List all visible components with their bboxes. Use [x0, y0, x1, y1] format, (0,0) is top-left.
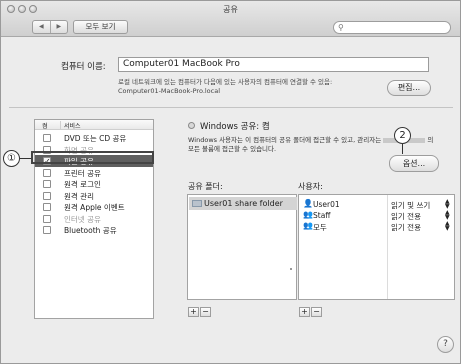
user-name: 모두	[313, 223, 327, 232]
add-user-button[interactable]: +	[299, 307, 310, 317]
file-sharing-highlight	[31, 151, 154, 164]
callout-2-line	[402, 144, 403, 154]
sharing-status-description: Windows 사용자는 이 컴퓨터의 공유 폴더에 접근할 수 있고, 관리자…	[188, 136, 450, 154]
sharing-preferences-window: 공유 ◀ ▶ 모두 보기 ⚲ 컴퓨터 이름: Computer01 MacBoo…	[0, 0, 461, 364]
computer-name-field[interactable]: Computer01 MacBook Pro	[118, 57, 429, 72]
stepper-arrows-icon[interactable]: ▲ ▼	[445, 210, 450, 221]
callout-1: ①	[3, 150, 20, 167]
service-row-dvd-cd-sharing[interactable]: DVD 또는 CD 공유	[35, 132, 153, 144]
service-row-remote-apple-events[interactable]: 원격 Apple 이벤트	[35, 201, 153, 213]
users-list: 👤 User01 읽기 및 쓰기 ▲ ▼ 👥 Staff 읽기 전용 ▲ ▼ 👥 모…	[298, 194, 455, 300]
shared-folder-item[interactable]: User01 share folder	[189, 197, 297, 210]
back-button[interactable]: ◀	[33, 21, 50, 33]
callout-2: 2	[394, 127, 411, 144]
users-label: 사용자:	[298, 182, 323, 191]
computer-name-description-line1: 로컬 네트워크에 있는 컴퓨터가 다음에 있는 사용자의 컴퓨터에 연결할 수 …	[118, 78, 333, 86]
forward-button[interactable]: ▶	[49, 21, 68, 33]
edit-button[interactable]: 편집...	[387, 80, 431, 96]
on-column-header[interactable]: 켬	[42, 121, 48, 130]
service-row-internet-sharing[interactable]: 인터넷 공유	[35, 213, 153, 225]
service-row-remote-login[interactable]: 원격 로그인	[35, 178, 153, 190]
shared-folder-name: User01 share folder	[204, 199, 283, 208]
computer-name-description: 로컬 네트워크에 있는 컴퓨터가 다음에 있는 사용자의 컴퓨터에 연결할 수 …	[118, 78, 378, 96]
user-row[interactable]: 👥 Staff 읽기 전용 ▲ ▼	[299, 210, 454, 222]
section-divider	[9, 107, 453, 108]
user-row[interactable]: 👤 User01 읽기 및 쓰기 ▲ ▼	[299, 199, 454, 211]
status-indicator-icon	[188, 122, 195, 129]
service-checkbox[interactable]	[43, 191, 51, 200]
folder-icon	[192, 200, 202, 207]
service-checkbox[interactable]	[43, 134, 51, 142]
services-list: 켬 서비스 DVD 또는 CD 공유 화면 공유 ✓ 파일 공유 프린터 공유 …	[34, 119, 154, 319]
title-bar: 공유 ◀ ▶ 모두 보기 ⚲	[1, 1, 460, 37]
service-label: DVD 또는 CD 공유	[64, 134, 127, 143]
single-user-icon: 👤	[303, 199, 313, 208]
sharing-status-line1-end: 의	[427, 136, 434, 144]
service-checkbox[interactable]	[43, 214, 51, 223]
service-row-remote-management[interactable]: 원격 관리	[35, 190, 153, 202]
group-icon: 👥	[303, 210, 313, 219]
service-label: Bluetooth 공유	[64, 226, 117, 235]
shared-folders-list: User01 share folder	[187, 194, 297, 300]
service-label: 원격 Apple 이벤트	[64, 203, 125, 212]
sharing-status-line2: 모든 볼륨에 접근할 수 있습니다.	[188, 145, 277, 153]
help-button[interactable]: ?	[437, 336, 454, 353]
search-icon: ⚲	[338, 23, 344, 32]
services-list-header: 켬 서비스	[35, 120, 153, 130]
service-label: 원격 로그인	[64, 180, 101, 189]
service-row-bluetooth-sharing[interactable]: Bluetooth 공유	[35, 224, 153, 236]
service-checkbox[interactable]	[43, 168, 51, 177]
remove-user-button[interactable]: −	[311, 307, 322, 317]
user-row[interactable]: 👥 모두 읽기 전용 ▲ ▼	[299, 221, 454, 233]
back-forward-buttons: ◀ ▶	[32, 20, 68, 34]
service-row-printer-sharing[interactable]: 프린터 공유	[35, 167, 153, 179]
search-field[interactable]: ⚲	[333, 21, 451, 34]
user-name: User01	[313, 200, 340, 209]
callout-1-line	[20, 158, 31, 159]
show-all-button[interactable]: 모두 보기	[73, 20, 128, 34]
add-folder-button[interactable]: +	[188, 307, 199, 317]
service-label: 인터넷 공유	[64, 214, 101, 224]
service-label: 프린터 공유	[64, 168, 101, 178]
service-checkbox[interactable]	[43, 226, 51, 234]
service-column-header[interactable]: 서비스	[60, 121, 81, 130]
service-checkbox[interactable]	[43, 203, 51, 211]
remove-folder-button[interactable]: −	[200, 307, 211, 317]
window-title: 공유	[223, 5, 238, 14]
sharing-status-title: Windows 공유: 켬	[200, 122, 270, 132]
service-label: 원격 관리	[64, 191, 94, 201]
stepper-arrows-icon[interactable]: ▲ ▼	[445, 221, 450, 232]
computer-name-label: 컴퓨터 이름:	[61, 62, 106, 72]
service-checkbox[interactable]	[43, 180, 51, 188]
user-permission[interactable]: 읽기 전용	[391, 222, 421, 233]
sharing-status-line1-text: Windows 사용자는 이 컴퓨터의 공유 폴더에 접근할 수 있고, 관리자…	[188, 136, 382, 144]
user-name: Staff	[313, 211, 331, 220]
everyone-group-icon: 👥	[303, 221, 313, 230]
computer-name-description-line2: Computer01-MacBook-Pro.local	[118, 87, 221, 95]
stepper-arrows-icon[interactable]: ▲ ▼	[445, 199, 450, 210]
splitter-handle[interactable]	[290, 268, 292, 270]
shared-folders-label: 공유 폴더:	[188, 182, 223, 191]
options-button[interactable]: 옵션...	[389, 155, 439, 172]
